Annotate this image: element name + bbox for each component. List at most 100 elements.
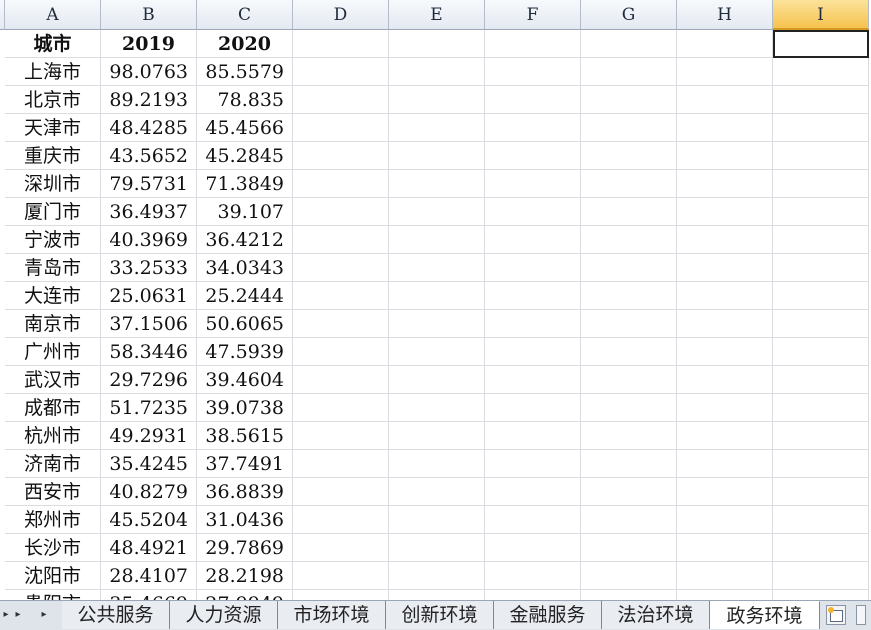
- empty-cell[interactable]: [581, 226, 677, 254]
- value-2019-cell[interactable]: 98.0763: [101, 58, 197, 86]
- empty-cell[interactable]: [773, 226, 869, 254]
- value-2019-cell[interactable]: 35.4245: [101, 450, 197, 478]
- empty-cell[interactable]: [581, 282, 677, 310]
- empty-cell[interactable]: [293, 114, 389, 142]
- value-2020-cell[interactable]: 78.835: [197, 86, 293, 114]
- empty-cell[interactable]: [773, 394, 869, 422]
- empty-cell[interactable]: [485, 366, 581, 394]
- empty-cell[interactable]: [581, 170, 677, 198]
- city-cell[interactable]: 成都市: [5, 394, 101, 422]
- empty-cell[interactable]: [773, 86, 869, 114]
- value-2020-cell[interactable]: 45.4566: [197, 114, 293, 142]
- value-2020-cell[interactable]: 27.9949: [197, 590, 293, 600]
- empty-cell[interactable]: [293, 590, 389, 600]
- column-header-b[interactable]: B: [101, 0, 197, 30]
- city-cell[interactable]: 长沙市: [5, 534, 101, 562]
- empty-cell[interactable]: [389, 30, 485, 58]
- column-header-f[interactable]: F: [485, 0, 581, 30]
- value-2019-cell[interactable]: 48.4921: [101, 534, 197, 562]
- city-cell[interactable]: 北京市: [5, 86, 101, 114]
- column-header-h[interactable]: H: [677, 0, 773, 30]
- empty-cell[interactable]: [293, 58, 389, 86]
- city-cell[interactable]: 南京市: [5, 310, 101, 338]
- empty-cell[interactable]: [773, 534, 869, 562]
- empty-cell[interactable]: [389, 226, 485, 254]
- empty-cell[interactable]: [293, 450, 389, 478]
- empty-cell[interactable]: [773, 590, 869, 600]
- empty-cell[interactable]: [293, 394, 389, 422]
- empty-cell[interactable]: [389, 254, 485, 282]
- sheet-tab[interactable]: 政务环境: [710, 601, 820, 629]
- empty-cell[interactable]: [677, 198, 773, 226]
- city-cell[interactable]: 上海市: [5, 58, 101, 86]
- empty-cell[interactable]: [677, 506, 773, 534]
- value-2020-cell[interactable]: 31.0436: [197, 506, 293, 534]
- empty-cell[interactable]: [677, 226, 773, 254]
- empty-cell[interactable]: [293, 30, 389, 58]
- empty-cell[interactable]: [581, 562, 677, 590]
- empty-cell[interactable]: [485, 590, 581, 600]
- empty-cell[interactable]: [581, 338, 677, 366]
- empty-cell[interactable]: [389, 86, 485, 114]
- empty-cell[interactable]: [677, 310, 773, 338]
- sheet-tab[interactable]: 市场环境: [278, 601, 386, 629]
- empty-cell[interactable]: [581, 478, 677, 506]
- empty-cell[interactable]: [293, 478, 389, 506]
- empty-cell[interactable]: [773, 58, 869, 86]
- empty-cell[interactable]: [485, 506, 581, 534]
- value-2019-cell[interactable]: 45.5204: [101, 506, 197, 534]
- empty-cell[interactable]: [485, 142, 581, 170]
- empty-cell[interactable]: [677, 478, 773, 506]
- empty-cell[interactable]: [389, 534, 485, 562]
- empty-cell[interactable]: [677, 590, 773, 600]
- empty-cell[interactable]: [293, 254, 389, 282]
- empty-cell[interactable]: [773, 254, 869, 282]
- value-2020-cell[interactable]: 36.4212: [197, 226, 293, 254]
- empty-cell[interactable]: [485, 86, 581, 114]
- value-2019-cell[interactable]: 51.7235: [101, 394, 197, 422]
- empty-cell[interactable]: [389, 590, 485, 600]
- empty-cell[interactable]: [773, 422, 869, 450]
- empty-cell[interactable]: [581, 142, 677, 170]
- empty-cell[interactable]: [389, 58, 485, 86]
- sheet-tab[interactable]: 创新环境: [386, 601, 494, 629]
- empty-cell[interactable]: [389, 142, 485, 170]
- value-2020-cell[interactable]: 25.2444: [197, 282, 293, 310]
- value-2019-cell[interactable]: 40.8279: [101, 478, 197, 506]
- value-2019-cell[interactable]: 89.2193: [101, 86, 197, 114]
- empty-cell[interactable]: [581, 114, 677, 142]
- empty-cell[interactable]: [485, 338, 581, 366]
- city-cell[interactable]: 广州市: [5, 338, 101, 366]
- empty-cell[interactable]: [773, 310, 869, 338]
- value-2020-cell[interactable]: 45.2845: [197, 142, 293, 170]
- empty-cell[interactable]: [389, 422, 485, 450]
- empty-cell[interactable]: [485, 170, 581, 198]
- empty-cell[interactable]: [677, 338, 773, 366]
- value-2019-cell[interactable]: 33.2533: [101, 254, 197, 282]
- empty-cell[interactable]: [773, 338, 869, 366]
- empty-cell[interactable]: [581, 534, 677, 562]
- city-cell[interactable]: 杭州市: [5, 422, 101, 450]
- city-cell[interactable]: 大连市: [5, 282, 101, 310]
- city-cell[interactable]: 沈阳市: [5, 562, 101, 590]
- empty-cell[interactable]: [485, 226, 581, 254]
- empty-cell[interactable]: [389, 450, 485, 478]
- empty-cell[interactable]: [581, 310, 677, 338]
- empty-cell[interactable]: [293, 86, 389, 114]
- empty-cell[interactable]: [677, 562, 773, 590]
- column-header-i[interactable]: I: [773, 0, 869, 30]
- empty-cell[interactable]: [581, 86, 677, 114]
- city-cell[interactable]: 武汉市: [5, 366, 101, 394]
- value-2020-cell[interactable]: 85.5579: [197, 58, 293, 86]
- city-cell[interactable]: 重庆市: [5, 142, 101, 170]
- sheet-tab[interactable]: 法治环境: [602, 601, 710, 629]
- value-2019-cell[interactable]: 43.5652: [101, 142, 197, 170]
- sheet-tab[interactable]: 公共服务: [62, 601, 170, 629]
- empty-cell[interactable]: [677, 394, 773, 422]
- value-2020-cell[interactable]: 38.5615: [197, 422, 293, 450]
- value-2019-cell[interactable]: 36.4937: [101, 198, 197, 226]
- empty-cell[interactable]: [389, 562, 485, 590]
- empty-cell[interactable]: [389, 366, 485, 394]
- sheet-tab[interactable]: 人力资源: [170, 601, 278, 629]
- empty-cell[interactable]: [677, 170, 773, 198]
